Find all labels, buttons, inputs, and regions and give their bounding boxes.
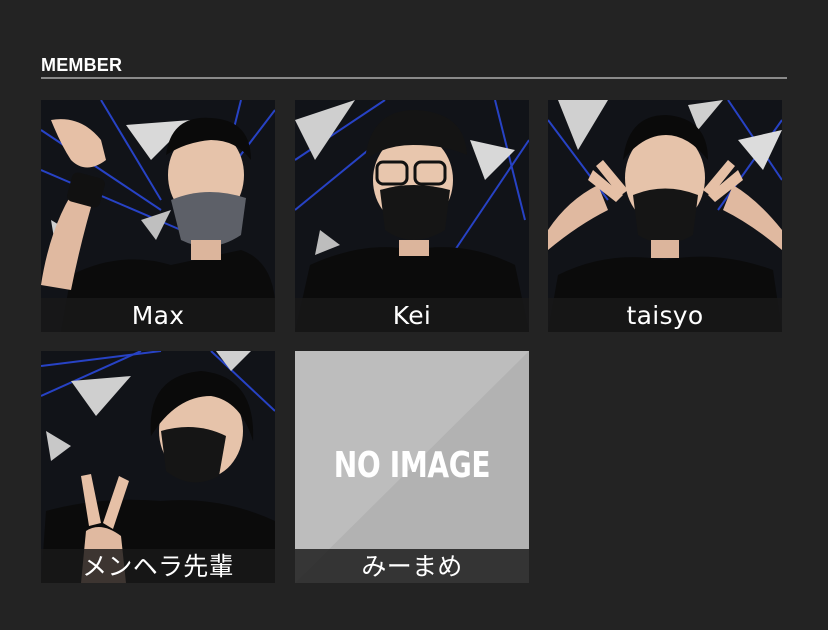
title-divider xyxy=(41,77,787,79)
member-card-menhera-senpai[interactable]: メンヘラ先輩 xyxy=(41,351,275,583)
member-name-label: メンヘラ先輩 xyxy=(41,549,275,583)
member-card-max[interactable]: Max xyxy=(41,100,275,332)
member-name-label: Kei xyxy=(295,298,529,332)
member-card-taisyo[interactable]: taisyo xyxy=(548,100,782,332)
member-name-label: みーまめ xyxy=(295,549,529,583)
no-image-text: NO IMAGE xyxy=(333,445,491,486)
section-title: MEMBER xyxy=(41,55,123,75)
member-card-kei[interactable]: Kei xyxy=(295,100,529,332)
member-name-label: taisyo xyxy=(548,298,782,332)
member-card-mimame[interactable]: NO IMAGE みーまめ xyxy=(295,351,529,583)
member-name-label: Max xyxy=(41,298,275,332)
